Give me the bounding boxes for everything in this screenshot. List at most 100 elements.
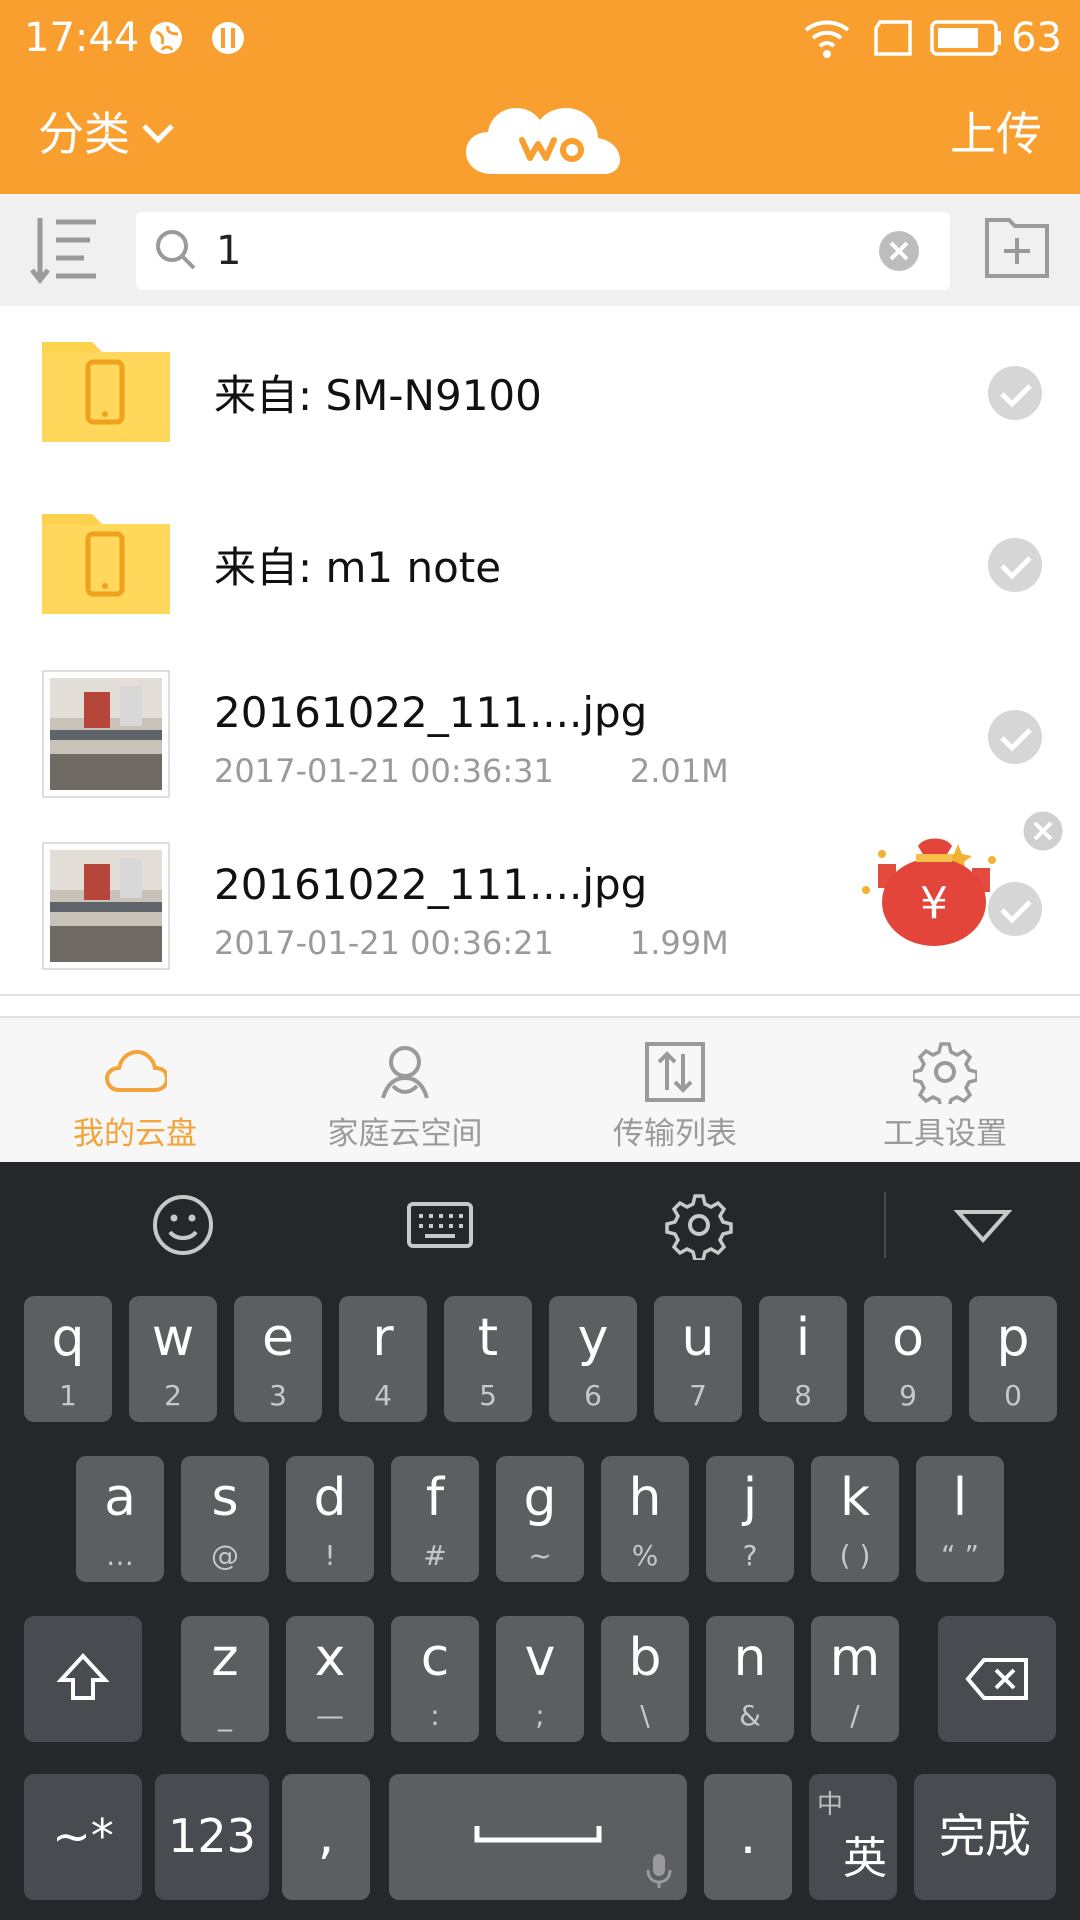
bottom-tab-bar: 我的云盘 家庭云空间 传输列表 工具设置 [0, 1016, 1080, 1164]
status-bar: 17:44 63 [0, 0, 1080, 78]
svg-text:¥: ¥ [920, 878, 948, 929]
file-date: 2017-01-21 00:36:21 [214, 924, 554, 962]
restaurant-icon [212, 22, 244, 54]
image-thumbnail [42, 670, 170, 798]
file-size: 2.01M [629, 752, 729, 790]
search-icon [156, 230, 196, 270]
list-item[interactable]: 来自: m1 note [0, 478, 1080, 652]
key-b[interactable]: b \ [601, 1616, 689, 1742]
mic-icon [646, 1854, 672, 1888]
search-value[interactable]: 1 [216, 222, 241, 280]
key-l[interactable]: l “ ” [916, 1456, 1004, 1582]
numbers-key[interactable]: 123 [155, 1774, 269, 1900]
backspace-key[interactable] [938, 1616, 1056, 1742]
soft-keyboard: q1 w2 e3 r4 t5 y6 u7 i8 o9 p0 a… s @ d! f… [0, 1162, 1080, 1920]
symbols-key[interactable]: ~* [24, 1774, 142, 1900]
file-meta: 2017-01-21 00:36:31 2.01M [214, 752, 729, 790]
key-i[interactable]: i8 [759, 1296, 847, 1422]
gear-icon [913, 1042, 977, 1104]
family-icon [381, 1046, 429, 1099]
key-m[interactable]: m / [811, 1616, 899, 1742]
phone-folder-icon [42, 342, 170, 442]
done-key[interactable]: 完成 [914, 1774, 1056, 1900]
upload-button[interactable]: 上传 [950, 102, 1042, 166]
tab-label: 我的云盘 [73, 1116, 197, 1152]
cloud-icon [104, 1049, 167, 1092]
emoji-icon[interactable] [148, 1190, 218, 1260]
file-date: 2017-01-21 00:36:31 [214, 752, 554, 790]
key-f[interactable]: f # [391, 1456, 479, 1582]
key-c[interactable]: c: [391, 1616, 479, 1742]
key-d[interactable]: d! [286, 1456, 374, 1582]
key-period[interactable]: . [704, 1774, 792, 1900]
tab-label: 家庭云空间 [327, 1116, 483, 1152]
close-promo-icon[interactable] [1020, 808, 1066, 854]
key-w[interactable]: w2 [129, 1296, 217, 1422]
image-thumbnail [42, 842, 170, 970]
red-envelope-bag-icon[interactable]: ¥ [842, 820, 1012, 950]
app-header: 分类 上传 [0, 78, 1080, 194]
file-size: 1.99M [629, 924, 729, 962]
key-o[interactable]: o9 [864, 1296, 952, 1422]
space-icon [474, 1826, 602, 1843]
language-toggle-key[interactable]: 中 英 [809, 1774, 897, 1900]
key-p[interactable]: p0 [969, 1296, 1057, 1422]
key-h[interactable]: h% [601, 1456, 689, 1582]
backspace-icon [965, 1658, 1028, 1700]
file-meta: 2017-01-21 00:36:21 1.99M [214, 924, 729, 962]
sort-icon[interactable] [28, 212, 104, 288]
category-label: 分类 [38, 107, 130, 161]
tab-my-cloud[interactable]: 我的云盘 [0, 1018, 270, 1164]
key-y[interactable]: y6 [549, 1296, 637, 1422]
file-name: 20161022_111....jpg [214, 688, 648, 737]
check-icon[interactable] [988, 538, 1042, 592]
shift-icon [56, 1653, 110, 1700]
wifi-icon [804, 20, 850, 58]
wo-cloud-logo [466, 108, 620, 174]
keyboard-icon[interactable] [405, 1190, 475, 1260]
key-t[interactable]: t5 [444, 1296, 532, 1422]
tab-family-cloud[interactable]: 家庭云空间 [270, 1018, 540, 1164]
check-icon[interactable] [988, 366, 1042, 420]
shift-key[interactable] [24, 1616, 142, 1742]
tablet-icon [874, 20, 912, 56]
key-g[interactable]: g ~ [496, 1456, 584, 1582]
key-v[interactable]: v; [496, 1616, 584, 1742]
tab-label: 工具设置 [883, 1116, 1007, 1152]
battery-icon [930, 20, 1001, 56]
file-name: 来自: SM-N9100 [214, 371, 542, 420]
key-k[interactable]: k( ) [811, 1456, 899, 1582]
check-icon[interactable] [988, 710, 1042, 764]
key-comma[interactable]: , [282, 1774, 370, 1900]
key-n[interactable]: n & [706, 1616, 794, 1742]
toolbar-divider [884, 1192, 886, 1258]
keyboard-settings-icon[interactable] [664, 1190, 734, 1260]
space-key[interactable] [389, 1774, 687, 1900]
new-folder-icon[interactable] [984, 212, 1050, 278]
list-item[interactable]: 20161022_111....jpg 2017-01-21 00:36:31 … [0, 650, 1080, 824]
key-r[interactable]: r4 [339, 1296, 427, 1422]
tab-transfers[interactable]: 传输列表 [540, 1018, 810, 1164]
key-x[interactable]: x — [286, 1616, 374, 1742]
key-j[interactable]: j? [706, 1456, 794, 1582]
chevron-down-icon [142, 124, 174, 144]
search-input[interactable]: 1 [136, 212, 950, 290]
key-z[interactable]: z _ [181, 1616, 269, 1742]
search-toolbar: 1 [0, 194, 1080, 306]
key-q[interactable]: q1 [24, 1296, 112, 1422]
file-name: 来自: m1 note [214, 543, 502, 592]
tab-tools-settings[interactable]: 工具设置 [810, 1018, 1080, 1164]
category-dropdown[interactable]: 分类 [38, 102, 176, 166]
key-s[interactable]: s @ [181, 1456, 269, 1582]
key-a[interactable]: a… [76, 1456, 164, 1582]
clear-search-icon[interactable] [878, 230, 920, 272]
file-name: 20161022_111....jpg [214, 860, 648, 909]
key-e[interactable]: e3 [234, 1296, 322, 1422]
list-item[interactable]: 来自: SM-N9100 [0, 306, 1080, 480]
phone-folder-icon [42, 514, 170, 614]
status-time: 17:44 [24, 15, 140, 61]
transfer-icon [645, 1042, 705, 1102]
battery-level: 63 [1011, 15, 1062, 61]
hide-keyboard-icon[interactable] [948, 1190, 1018, 1260]
key-u[interactable]: u7 [654, 1296, 742, 1422]
